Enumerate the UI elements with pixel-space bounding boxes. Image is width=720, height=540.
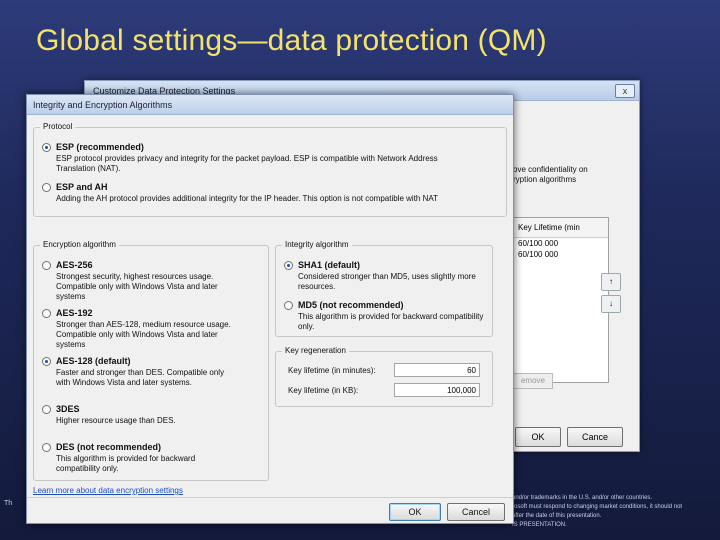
key-regeneration-label: Key regeneration [282,346,349,355]
algorithm-table[interactable]: Key Lifetime (min 60/100 000 60/100 000 [513,217,609,383]
divider [27,497,513,498]
key-lifetime-kb-input[interactable]: 100,000 [394,383,480,397]
option-title: 3DES [56,404,80,414]
option-title: AES-128 (default) [56,356,131,366]
cancel-button[interactable]: Cance [567,427,623,447]
integrity-label: Integrity algorithm [282,240,352,249]
radio-icon[interactable] [42,261,51,270]
encryption-label: Encryption algorithm [40,240,119,249]
key-lifetime-minutes-input[interactable]: 60 [394,363,480,377]
encryption-option-aes-192[interactable]: AES-192 Stronger than AES-128, medium re… [42,308,231,349]
radio-icon[interactable] [284,261,293,270]
remove-button[interactable]: emove [513,373,553,389]
radio-icon[interactable] [42,183,51,192]
cancel-button[interactable]: Cancel [447,503,505,521]
option-description: Faster and stronger than DES. Compatible… [56,368,225,387]
close-button[interactable]: x [615,84,635,98]
dialog-title: Integrity and Encryption Algorithms [27,95,513,115]
table-header-key-lifetime: Key Lifetime (min [514,218,608,238]
radio-icon[interactable] [42,309,51,318]
radio-icon[interactable] [284,301,293,310]
option-description: ESP protocol provides privacy and integr… [56,154,438,173]
radio-icon[interactable] [42,405,51,414]
table-row[interactable]: 60/100 000 [514,238,608,249]
option-title: AES-192 [56,308,93,318]
radio-icon[interactable] [42,443,51,452]
option-description: Stronger than AES-128, medium resource u… [56,320,231,349]
option-description: This algorithm is provided for backward … [56,454,196,473]
option-title: MD5 (not recommended) [298,300,404,310]
option-title: AES-256 [56,260,93,270]
integrity-encryption-dialog: Integrity and Encryption Algorithms Prot… [26,94,514,524]
table-row[interactable]: 60/100 000 [514,249,608,260]
radio-icon[interactable] [42,143,51,152]
option-description: Considered stronger than MD5, uses sligh… [298,272,476,291]
integrity-algorithm-group: Integrity algorithm SHA1 (default) Consi… [275,240,493,337]
integrity-option-md5[interactable]: MD5 (not recommended) This algorithm is … [284,300,483,334]
learn-more-link[interactable]: Learn more about data encryption setting… [33,486,183,495]
encryption-option-aes-256[interactable]: AES-256 Strongest security, highest reso… [42,260,222,301]
option-title: ESP and AH [56,182,108,192]
integrity-option-sha1[interactable]: SHA1 (default) Considered stronger than … [284,260,476,294]
protocol-label: Protocol [40,122,76,131]
protocol-group: Protocol ESP (recommended) ESP protocol … [33,122,507,217]
key-lifetime-minutes-label: Key lifetime (in minutes): [288,366,376,375]
footer-line: IS PRESENTATION. [512,522,567,528]
option-description: This algorithm is provided for backward … [298,312,484,331]
encryption-option-des[interactable]: DES (not recommended) This algorithm is … [42,442,222,476]
encryption-option-3des[interactable]: 3DES Higher resource usage than DES. [42,404,222,428]
option-description: Strongest security, highest resources us… [56,272,218,301]
protocol-option-esp[interactable]: ESP (recommended) ESP protocol provides … [42,142,462,176]
option-title: DES (not recommended) [56,442,162,452]
ok-button[interactable]: OK [389,503,441,521]
radio-icon[interactable] [42,357,51,366]
confidentiality-text: ove confidentiality on ryption algorithm… [513,165,588,184]
footer-line: rosoft must respond to changing market c… [512,504,683,510]
encryption-option-aes-128[interactable]: AES-128 (default) Faster and stronger th… [42,356,224,390]
footer-left-text: Th [4,500,13,507]
ok-button[interactable]: OK [515,427,561,447]
encryption-algorithm-group: Encryption algorithm AES-256 Strongest s… [33,240,269,481]
move-down-button[interactable]: ↓ [601,295,621,313]
option-title: ESP (recommended) [56,142,144,152]
footer-line: after the date of this presentation. [512,513,602,519]
footer-line: and/or trademarks in the U.S. and/or oth… [512,495,653,501]
option-description: Higher resource usage than DES. [56,416,176,425]
protocol-option-esp-ah[interactable]: ESP and AH Adding the AH protocol provid… [42,182,462,212]
key-regeneration-group: Key regeneration Key lifetime (in minute… [275,346,493,407]
slide-title: Global settings—data protection (QM) [36,24,547,57]
key-lifetime-kb-label: Key lifetime (in KB): [288,386,359,395]
option-title: SHA1 (default) [298,260,361,270]
option-description: Adding the AH protocol provides addition… [56,194,438,203]
footer-legal-text: and/or trademarks in the U.S. and/or oth… [512,494,718,530]
move-up-button[interactable]: ↑ [601,273,621,291]
